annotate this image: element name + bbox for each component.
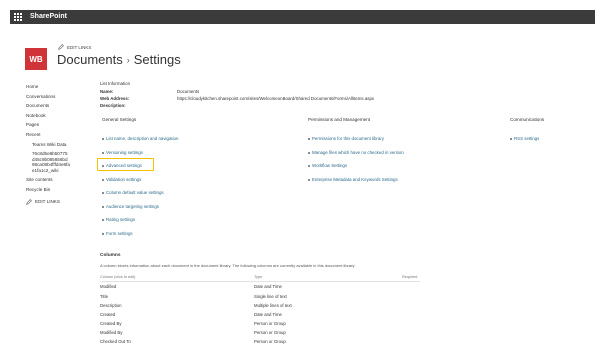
columns-description: A column stores information about each d… (100, 263, 356, 268)
nav-item-conversations[interactable]: Conversations (26, 92, 76, 102)
link-rss-settings[interactable]: RSS settings (510, 136, 539, 141)
column-header-type: Type (254, 275, 263, 279)
app-name[interactable]: SharePoint (30, 12, 67, 22)
bullet-icon (102, 232, 104, 235)
nav-item-wiki-folder[interactable]: 76c8d5e8b50775d45c9b085656bd98ca08b4fffd… (26, 151, 70, 173)
column-name-cell[interactable]: Created By (100, 321, 122, 326)
link-label: Manage files which have no checked in ve… (312, 150, 404, 155)
app-launcher-icon[interactable] (14, 13, 22, 21)
column-name-cell[interactable]: Description (100, 303, 122, 308)
link-list-name-description[interactable]: List name, description and navigation (102, 136, 179, 141)
list-info-heading: List Information (100, 81, 131, 86)
column-type-cell: Date and Time (254, 312, 282, 317)
link-column-default-value[interactable]: Column default value settings (102, 190, 164, 195)
column-name-cell[interactable]: Title (100, 294, 108, 299)
edit-links-nav-label: EDIT LINKS (35, 199, 60, 205)
settings-main: List Information Name: Documents Web Add… (100, 0, 590, 350)
nav-item-documents[interactable]: Documents (26, 101, 76, 111)
link-label: Form settings (106, 231, 133, 236)
permissions-heading: Permissions and Management (308, 117, 371, 122)
link-advanced-settings[interactable]: Advanced settings (102, 163, 142, 168)
link-label: Audience targeting settings (106, 204, 159, 209)
column-header-name: Column (click to edit) (100, 275, 136, 279)
pencil-icon (26, 199, 32, 206)
link-form-settings[interactable]: Form settings (102, 231, 133, 236)
column-type-cell: Person or Group (254, 330, 286, 335)
nav-item-recent[interactable]: Recent (26, 130, 76, 140)
link-versioning-settings[interactable]: Versioning settings (102, 150, 143, 155)
column-type-cell: Single line of text (254, 294, 287, 299)
link-validation-settings[interactable]: Validation settings (102, 177, 141, 182)
bullet-icon (308, 151, 310, 154)
bullet-icon (102, 151, 104, 154)
column-type-cell: Multiple lines of text (254, 303, 292, 308)
bullet-icon (510, 137, 512, 140)
column-name-cell[interactable]: Checked Out To (100, 339, 131, 344)
column-type-cell: Person or Group (254, 339, 286, 344)
list-name-value: Documents (177, 89, 200, 94)
edit-links-nav[interactable]: EDIT LINKS (26, 197, 76, 207)
link-label: Rating settings (106, 217, 136, 222)
description-label: Description: (100, 103, 126, 108)
column-type-cell: Date and Time (254, 284, 282, 289)
bullet-icon (308, 164, 310, 167)
link-manage-files-no-checkin[interactable]: Manage files which have no checked in ve… (308, 150, 404, 155)
edit-links-label: EDIT LINKS (67, 44, 92, 50)
link-label: Column default value settings (106, 190, 164, 195)
edit-links-top[interactable]: EDIT LINKS (58, 44, 91, 50)
bullet-icon (102, 164, 104, 167)
web-address-value: https://cloudykitchen.sharepoint.com/sit… (177, 96, 375, 101)
bullet-icon (102, 205, 104, 208)
link-label: Permissions for this document library (312, 136, 384, 141)
general-settings-heading: General Settings (102, 117, 137, 122)
nav-item-site-contents[interactable]: Site contents (26, 175, 76, 185)
bullet-icon (102, 137, 104, 140)
site-logo[interactable]: WB (25, 48, 47, 70)
link-label: Enterprise Metadata and Keywords Setting… (312, 177, 398, 182)
link-label: Validation settings (106, 177, 142, 182)
link-audience-targeting[interactable]: Audience targeting settings (102, 204, 159, 209)
nav-item-notebook[interactable]: Notebook (26, 111, 76, 121)
bullet-icon (102, 178, 104, 181)
column-name-cell[interactable]: Modified (100, 284, 116, 289)
columns-heading: Columns (100, 253, 121, 258)
link-label: RSS settings (514, 136, 540, 141)
bullet-icon (102, 191, 104, 194)
communications-heading: Communications (510, 117, 545, 122)
nav-item-teams-wiki-data[interactable]: Teams Wiki Data (26, 140, 76, 150)
left-navigation: Home Conversations Documents Notebook Pa… (26, 82, 76, 207)
column-header-required: Required (402, 275, 418, 279)
link-label: Advanced settings (106, 163, 142, 168)
column-name-cell[interactable]: Created (100, 312, 115, 317)
link-permissions[interactable]: Permissions for this document library (308, 136, 384, 141)
link-label: Workflow Settings (312, 163, 348, 168)
web-address-label: Web Address: (100, 96, 130, 101)
nav-item-pages[interactable]: Pages (26, 120, 76, 130)
list-name-label: Name: (100, 89, 114, 94)
column-type-cell: Person or Group (254, 321, 286, 326)
link-label: Versioning settings (106, 150, 143, 155)
link-enterprise-metadata[interactable]: Enterprise Metadata and Keywords Setting… (308, 177, 398, 182)
link-workflow-settings[interactable]: Workflow Settings (308, 163, 347, 168)
bullet-icon (102, 218, 104, 221)
bullet-icon (308, 178, 310, 181)
pencil-icon (58, 44, 64, 50)
column-name-cell[interactable]: Modified By (100, 330, 122, 335)
nav-item-home[interactable]: Home (26, 82, 76, 92)
link-rating-settings[interactable]: Rating settings (102, 217, 135, 222)
nav-item-recycle-bin[interactable]: Recycle Bin (26, 185, 76, 195)
bullet-icon (308, 137, 310, 140)
link-label: List name, description and navigation (106, 136, 179, 141)
